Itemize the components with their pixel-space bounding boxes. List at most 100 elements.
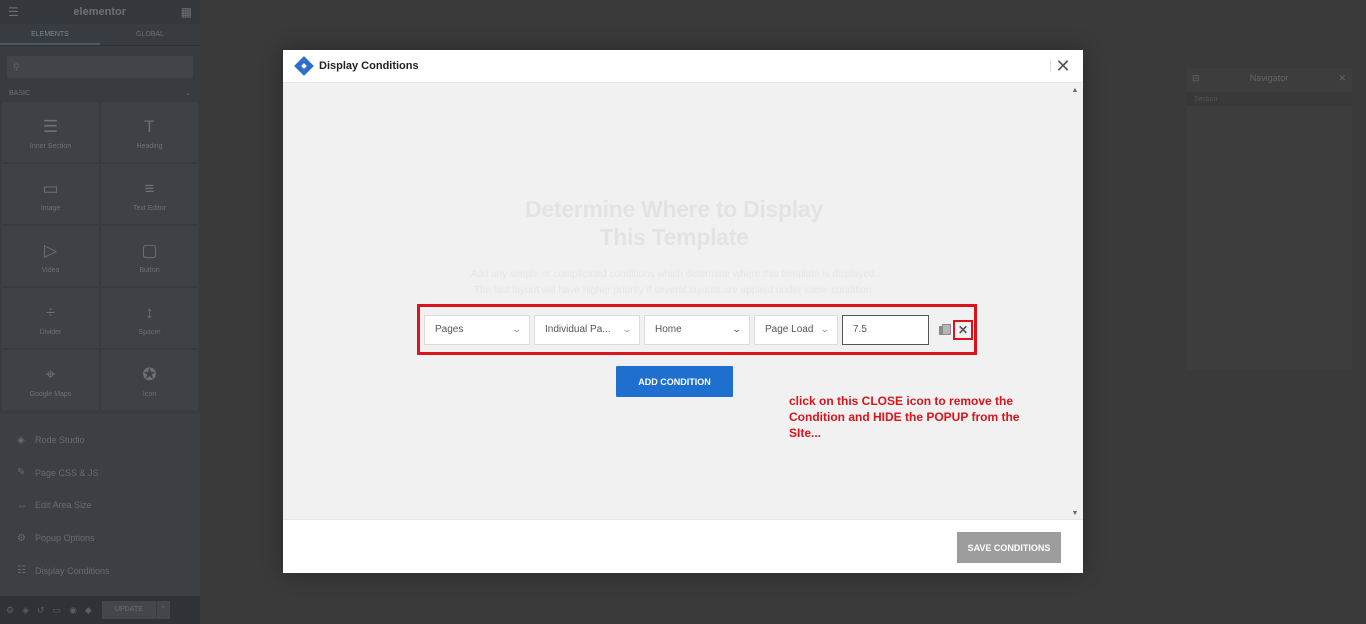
condition-row: Pages ⌄ Individual Pa... ⌄ Home ⌄ Page L… bbox=[417, 304, 977, 355]
update-options-button[interactable]: ⌃ bbox=[155, 601, 170, 619]
heading-line: Determine Where to Display bbox=[525, 196, 823, 222]
widget-label: Icon bbox=[142, 391, 157, 398]
edit-icon: ✎ bbox=[17, 467, 26, 479]
annotation-line: click on this CLOSE icon to remove the bbox=[789, 394, 1014, 408]
condition-scope-select[interactable]: Pages ⌄ bbox=[424, 314, 530, 345]
menu-item-edit-area[interactable]: ↔ Edit Area Size bbox=[0, 489, 200, 522]
scroll-up-arrow-icon[interactable]: ▲ bbox=[1071, 87, 1079, 94]
template-icon[interactable]: ◆ bbox=[85, 605, 92, 616]
navigator-item[interactable]: Section bbox=[1186, 92, 1352, 106]
modal-title: Display Conditions bbox=[319, 60, 419, 72]
resize-icon: ↔ bbox=[17, 499, 27, 511]
condition-target-select[interactable]: Individual Pa... ⌄ bbox=[534, 314, 640, 345]
close-modal-icon[interactable]: ✕ bbox=[1053, 56, 1073, 76]
image-icon: ▭ bbox=[42, 179, 59, 198]
widget-image[interactable]: ▭ Image bbox=[2, 164, 99, 224]
header-divider bbox=[1050, 60, 1051, 72]
widget-label: Text Editor bbox=[132, 205, 167, 212]
responsive-icon[interactable]: ▭ bbox=[53, 605, 62, 616]
widget-label: Divider bbox=[39, 329, 62, 336]
chevron-down-icon: ⌄ bbox=[819, 324, 831, 334]
add-condition-button[interactable]: ADD CONDITION bbox=[616, 366, 733, 397]
modal-header: Display Conditions ✕ bbox=[283, 50, 1083, 83]
page-scrollbar[interactable] bbox=[1352, 0, 1366, 624]
modal-body: ▲ Determine Where to Display This Templa… bbox=[283, 83, 1083, 519]
editor-panel: ☰ elementor ▦ ELEMENTS GLOBAL ⚲ BASIC ⌄ … bbox=[0, 0, 200, 624]
video-icon: ▷ bbox=[43, 241, 58, 260]
widget-text-editor[interactable]: ≡ Text Editor bbox=[101, 164, 198, 224]
widget-label: Image bbox=[40, 205, 61, 212]
map-icon: ⌖ bbox=[45, 365, 56, 384]
duplicate-icon[interactable] bbox=[939, 323, 951, 336]
panel-tabs: ELEMENTS GLOBAL bbox=[0, 24, 200, 46]
widget-google-maps[interactable]: ⌖ Google Maps bbox=[2, 350, 99, 410]
select-value: Page Load bbox=[765, 324, 814, 335]
menu-item-label: Rode Studio bbox=[35, 435, 85, 446]
widget-label: Heading bbox=[136, 143, 163, 150]
hamburger-menu-icon[interactable]: ☰ bbox=[8, 5, 19, 19]
panel-footer: ⚙ ◈ ↺ ▭ ◉ ◆ UPDATE ⌃ bbox=[0, 596, 200, 624]
category-label: BASIC bbox=[9, 89, 31, 97]
condition-page-select[interactable]: Home ⌄ bbox=[644, 314, 750, 345]
layers-icon[interactable]: ◈ bbox=[22, 605, 29, 616]
sliders-icon: ☷ bbox=[17, 565, 26, 577]
settings-icon[interactable]: ⚙ bbox=[6, 605, 14, 616]
panel-menu: ◈ Rode Studio ✎ Page CSS & JS ↔ Edit Area S… bbox=[0, 414, 200, 596]
navigator-title: Navigator bbox=[1249, 73, 1289, 83]
remove-condition-close-icon[interactable]: ✕ bbox=[953, 319, 973, 340]
widget-video[interactable]: ▷ Video bbox=[2, 226, 99, 286]
trigger-value-input[interactable]: 7.5 bbox=[842, 314, 929, 345]
scroll-down-arrow-icon[interactable]: ▼ bbox=[1071, 510, 1079, 517]
tab-global[interactable]: GLOBAL bbox=[100, 24, 200, 45]
select-value: Pages bbox=[435, 324, 464, 335]
menu-item-label: Display Conditions bbox=[35, 565, 110, 576]
widget-icon[interactable]: ✪ Icon bbox=[101, 350, 198, 410]
heading-icon: T bbox=[144, 117, 155, 136]
gear-icon: ⚙ bbox=[17, 532, 26, 544]
panel-header: ☰ elementor ▦ bbox=[0, 0, 200, 24]
description-line: The last layout will have higher priorit… bbox=[473, 285, 875, 296]
menu-item-page-css[interactable]: ✎ Page CSS & JS bbox=[0, 457, 200, 490]
brand-logo: elementor bbox=[73, 6, 126, 18]
close-icon[interactable]: ✕ bbox=[1338, 73, 1346, 84]
divider-icon: ÷ bbox=[45, 303, 56, 322]
category-header[interactable]: BASIC ⌄ bbox=[0, 86, 200, 100]
chevron-down-icon: ⌄ bbox=[731, 324, 743, 334]
update-button[interactable]: UPDATE bbox=[101, 601, 156, 619]
menu-item-label: Edit Area Size bbox=[35, 500, 92, 511]
layers-icon: ◈ bbox=[17, 434, 25, 446]
save-conditions-button[interactable]: SAVE CONDITIONS bbox=[957, 532, 1061, 563]
search-icon: ⚲ bbox=[13, 61, 20, 72]
widget-divider[interactable]: ÷ Divider bbox=[2, 288, 99, 348]
button-icon: ▢ bbox=[141, 241, 158, 260]
menu-item-rode-studio[interactable]: ◈ Rode Studio bbox=[0, 424, 200, 457]
widget-button[interactable]: ▢ Button bbox=[101, 226, 198, 286]
grid-icon[interactable]: ▦ bbox=[181, 5, 192, 19]
widget-inner-section[interactable]: ☰ Inner Section bbox=[2, 102, 99, 162]
widget-search-input[interactable]: ⚲ bbox=[7, 56, 193, 78]
canvas-topbar-dimmed bbox=[200, 0, 1366, 30]
star-icon: ✪ bbox=[142, 365, 157, 384]
modal-heading: Determine Where to Display This Template bbox=[283, 195, 1065, 251]
tab-elements[interactable]: ELEMENTS bbox=[0, 24, 100, 45]
menu-item-popup-options[interactable]: ⚙ Popup Options bbox=[0, 522, 200, 555]
navigator-item-label: Section bbox=[1194, 95, 1218, 103]
widget-spacer[interactable]: ↕ Spacer bbox=[101, 288, 198, 348]
widget-label: Button bbox=[139, 267, 160, 274]
collapse-icon[interactable]: ⊟ bbox=[1192, 73, 1200, 84]
widget-label: Google Maps bbox=[29, 391, 72, 398]
navigator-panel: ⊟ Navigator ✕ Section bbox=[1186, 68, 1352, 370]
condition-trigger-select[interactable]: Page Load ⌄ bbox=[754, 314, 838, 345]
inner-section-icon: ☰ bbox=[42, 117, 59, 136]
heading-line: This Template bbox=[599, 224, 749, 250]
description-line: Add any simple or complicated conditions… bbox=[470, 269, 878, 280]
history-icon[interactable]: ↺ bbox=[37, 605, 45, 616]
menu-item-label: Page CSS & JS bbox=[35, 467, 99, 478]
widget-heading[interactable]: T Heading bbox=[101, 102, 198, 162]
menu-item-display-conditions[interactable]: ☷ Display Conditions bbox=[0, 554, 200, 587]
preview-eye-icon[interactable]: ◉ bbox=[69, 605, 77, 616]
modal-footer: SAVE CONDITIONS bbox=[283, 519, 1083, 573]
instruction-annotation: click on this CLOSE icon to remove the C… bbox=[789, 393, 1059, 441]
annotation-line: Condition and HIDE the POPUP from the bbox=[789, 410, 1020, 424]
text-editor-icon: ≡ bbox=[144, 179, 155, 198]
